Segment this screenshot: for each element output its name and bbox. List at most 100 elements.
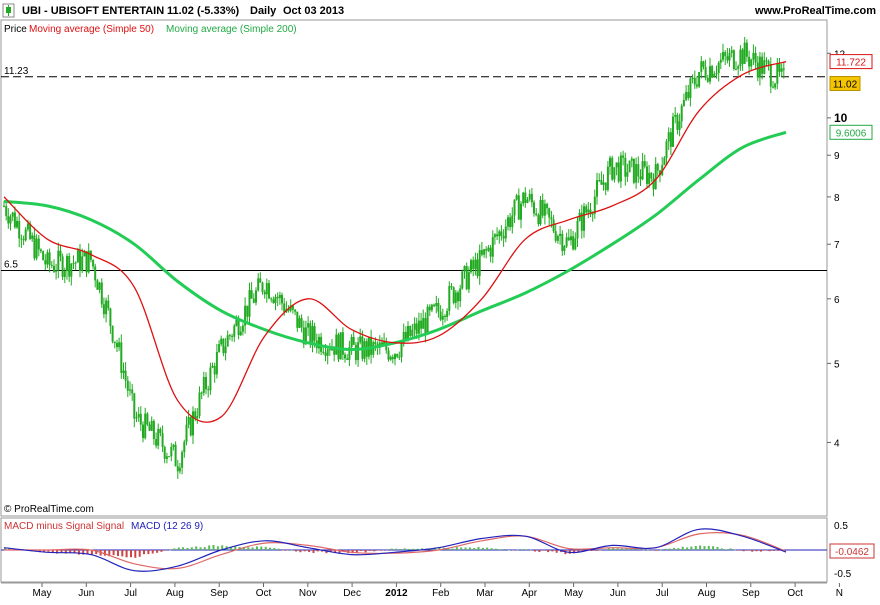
macd-histogram-bar xyxy=(143,550,145,555)
candle-body xyxy=(122,370,125,373)
candle-body xyxy=(394,354,396,360)
candle-body xyxy=(133,393,136,419)
candle-body xyxy=(155,439,158,446)
candle-body xyxy=(98,282,101,290)
candle-body xyxy=(535,213,538,216)
candle-body xyxy=(37,238,40,250)
time-tick-label: 2012 xyxy=(385,588,408,599)
macd-histogram-bar xyxy=(130,550,132,558)
candle-body xyxy=(704,67,707,78)
candle-body xyxy=(102,304,105,315)
candle-body xyxy=(389,356,392,360)
macd-histogram-bar xyxy=(473,548,476,550)
candle-body xyxy=(270,298,273,300)
candle-body xyxy=(194,411,197,419)
macd-histogram-bar xyxy=(190,547,193,550)
candle-body xyxy=(66,256,68,272)
candle-body xyxy=(635,164,638,183)
candle-body xyxy=(722,52,724,60)
candle-body xyxy=(639,176,642,180)
candle-body xyxy=(207,389,210,391)
macd-histogram-bar xyxy=(703,546,706,550)
macd-histogram-bar xyxy=(742,550,745,552)
macd-legend-histogram: MACD minus Signal Signal xyxy=(4,521,124,532)
macd-histogram-bar xyxy=(738,550,741,551)
candle-body xyxy=(713,73,716,78)
candle-body xyxy=(669,132,672,147)
time-tick-label: May xyxy=(564,588,583,599)
time-tick-label: Jun xyxy=(610,588,626,599)
macd-histogram-bar xyxy=(199,547,202,550)
macd-histogram-bar xyxy=(677,548,680,550)
candle-body xyxy=(550,217,553,220)
candle-body xyxy=(231,335,234,337)
candle-body xyxy=(543,203,546,216)
macd-histogram-bar xyxy=(256,546,258,550)
candle-body xyxy=(539,199,542,225)
candle-body xyxy=(309,323,312,345)
candle-body xyxy=(685,91,688,100)
candle-body xyxy=(176,466,179,472)
candle-body xyxy=(181,452,184,468)
candle-body xyxy=(174,444,177,467)
candle-body xyxy=(596,180,598,197)
website-link[interactable]: www.ProRealTime.com xyxy=(754,5,876,17)
candle-body xyxy=(48,252,51,265)
candle-body xyxy=(135,417,138,419)
macd-histogram-bar xyxy=(494,548,497,550)
candle-body xyxy=(404,331,407,340)
candle-body xyxy=(268,283,270,299)
macd-histogram-bar xyxy=(160,550,163,552)
candle-body xyxy=(609,157,611,167)
candle-body xyxy=(100,282,103,305)
macd-histogram-bar xyxy=(408,549,410,550)
candle-body xyxy=(209,367,212,391)
candle-body xyxy=(576,220,579,239)
price-tick-label: 10 xyxy=(834,111,848,125)
candle-body xyxy=(341,332,344,355)
candle-body xyxy=(218,344,221,352)
candle-body xyxy=(756,62,759,78)
time-tick-label: N xyxy=(836,588,843,599)
macd-histogram-bar xyxy=(503,549,506,550)
candle-body xyxy=(400,343,403,358)
candle-body xyxy=(144,413,147,439)
macd-histogram-bar xyxy=(607,548,610,550)
price-tick-label: 8 xyxy=(834,193,840,204)
macd-histogram-bar xyxy=(117,550,119,557)
macd-histogram-bar xyxy=(316,550,319,552)
candle-body xyxy=(478,250,481,277)
candle-body xyxy=(591,213,594,215)
candle-body xyxy=(574,238,577,250)
candle-body xyxy=(650,172,653,179)
candle-body xyxy=(446,310,449,317)
macd-histogram-bar xyxy=(121,550,124,557)
candle-body xyxy=(711,66,714,78)
candle-body xyxy=(248,290,251,317)
candle-body xyxy=(129,389,131,391)
macd-histogram-bar xyxy=(716,547,719,550)
candle-body xyxy=(7,215,10,224)
candle-body xyxy=(724,52,727,57)
macd-histogram-bar xyxy=(603,549,606,550)
macd-histogram-bar xyxy=(212,545,215,550)
candle-body xyxy=(294,309,297,312)
candle-body xyxy=(585,206,588,213)
candle-body xyxy=(772,86,774,88)
candle-body xyxy=(565,237,568,247)
macd-histogram-bar xyxy=(251,547,254,550)
candle-body xyxy=(700,61,703,72)
macd-histogram-bar xyxy=(138,550,141,557)
macd-histogram-bar xyxy=(673,547,675,550)
candle-body xyxy=(359,336,362,343)
candle-body xyxy=(420,320,423,329)
macd-histogram-bar xyxy=(177,547,180,550)
candle-body xyxy=(298,318,301,328)
macd-histogram-bar xyxy=(451,548,454,550)
candle-body xyxy=(717,62,720,74)
candle-body xyxy=(261,282,264,292)
candle-body xyxy=(732,50,735,69)
candle-body xyxy=(567,237,570,241)
macd-histogram-bar xyxy=(616,548,619,550)
candle-body xyxy=(198,392,201,417)
